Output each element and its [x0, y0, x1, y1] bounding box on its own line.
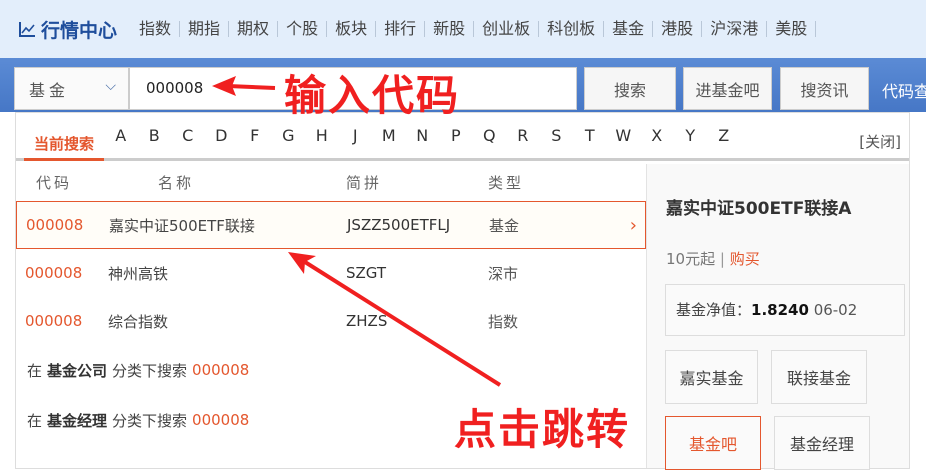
annotation-input-hint: 输入代码 [284, 71, 461, 120]
annotation-click-hint: 点击跳转 [454, 405, 631, 454]
